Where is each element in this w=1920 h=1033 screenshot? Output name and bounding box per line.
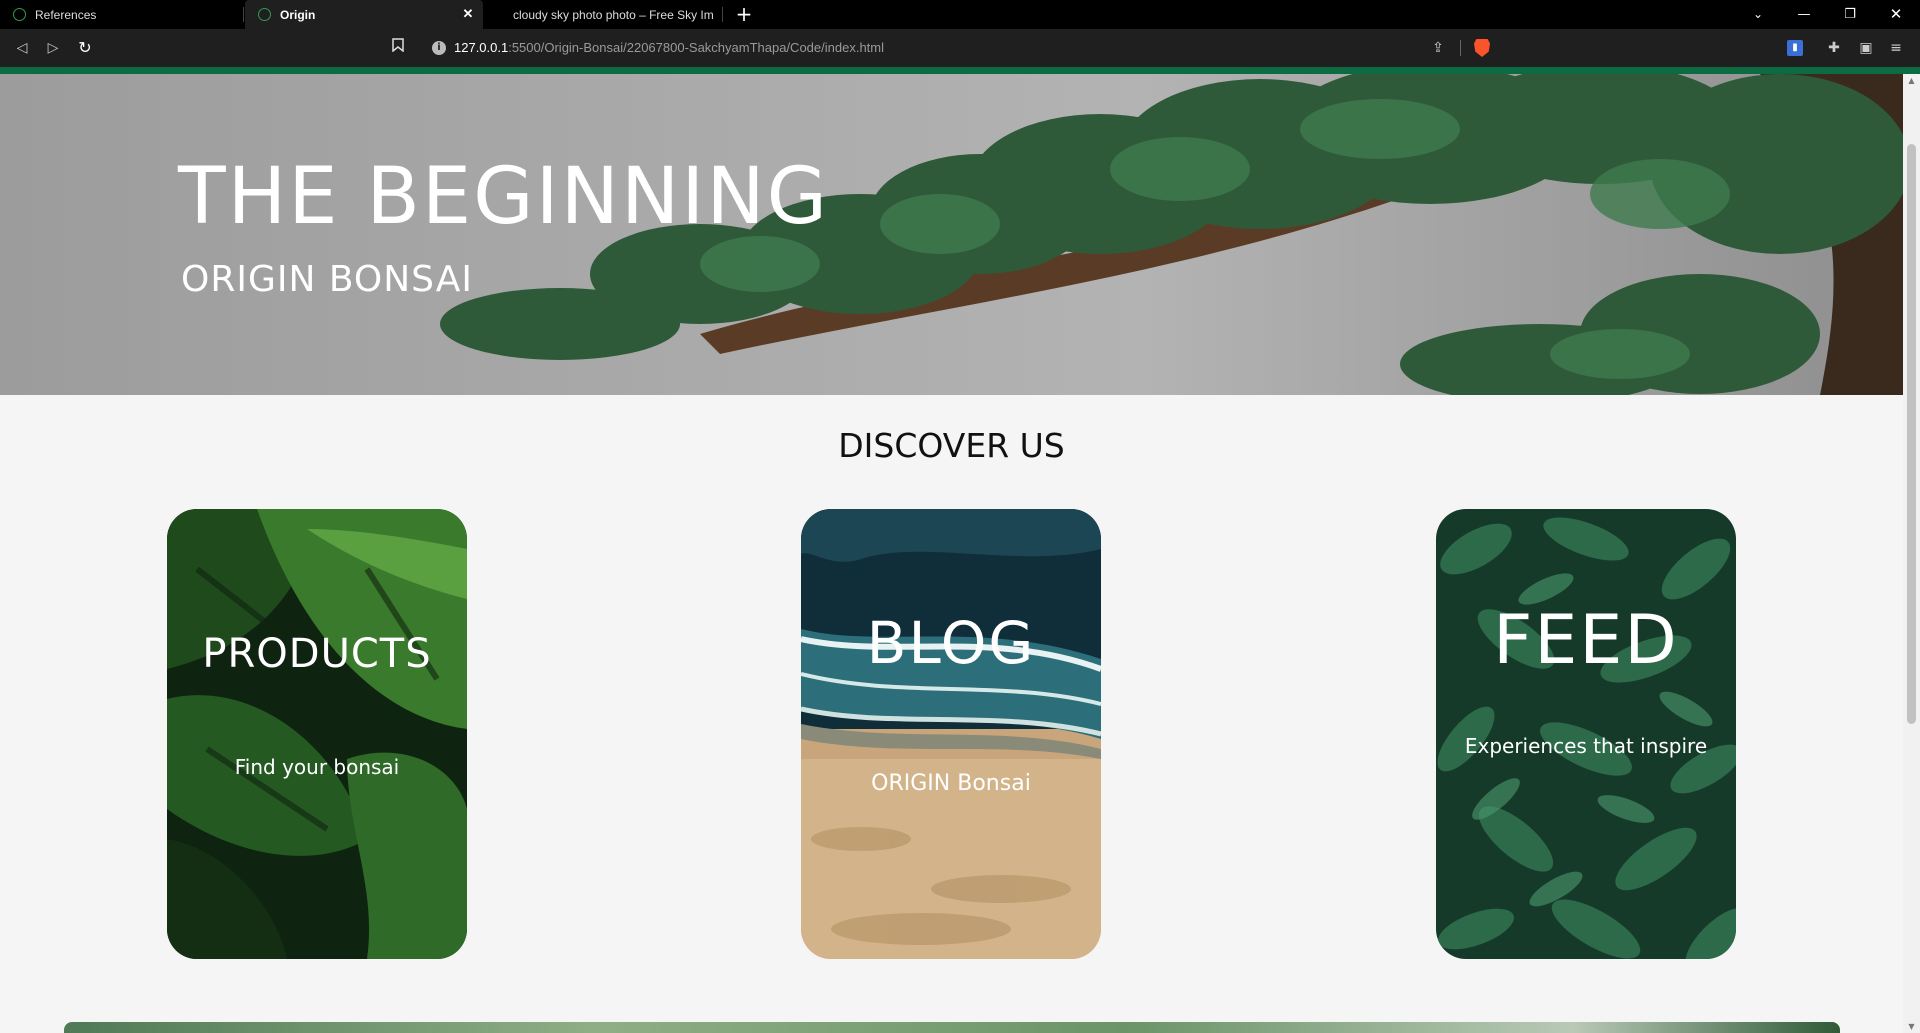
bookmark-icon[interactable] [388,38,408,58]
card-subtitle: ORIGIN Bonsai [871,771,1031,796]
new-tab-button[interactable]: + [733,3,755,25]
site-info-icon[interactable]: i [432,41,446,55]
globe-icon [13,8,26,21]
tab-label: References [35,7,97,22]
tab-label: Origin [280,7,316,22]
tab-references[interactable]: References [0,0,243,29]
globe-icon [258,8,271,21]
extension-icon[interactable]: ▮ [1787,40,1803,56]
restore-button[interactable]: ❐ [1828,0,1872,29]
monstera-leaves-image [167,509,467,959]
page-viewport: THE BEGINNING ORIGIN BONSAI DISCOVER US … [0,74,1903,1033]
card-title: FEED [1493,601,1679,680]
hero-banner: THE BEGINNING ORIGIN BONSAI [0,74,1903,395]
tab-search-icon[interactable]: ⌄ [1736,0,1780,29]
reload-icon[interactable]: ↻ [75,38,95,58]
page-scrollbar[interactable]: ▲ ▼ [1903,74,1920,1033]
close-window-button[interactable]: ✕ [1874,0,1918,29]
scroll-up-icon[interactable]: ▲ [1907,76,1916,85]
blog-card[interactable]: BLOG ORIGIN Bonsai [801,509,1101,959]
close-tab-icon[interactable]: ✕ [459,5,477,23]
puzzle-icon[interactable]: ✚ [1824,38,1844,58]
hero-subtitle: ORIGIN BONSAI [181,259,473,300]
minimize-button[interactable]: — [1782,0,1826,29]
discover-title: DISCOVER US [838,426,1065,465]
scrollbar-thumb[interactable] [1907,144,1916,724]
url-text: 127.0.0.1:5500/Origin-Bonsai/22067800-Sa… [454,40,884,55]
forward-icon[interactable]: ▷ [43,38,63,58]
accent-bar [0,67,1920,74]
next-section-image [64,1022,1840,1033]
share-icon[interactable]: ⇪ [1428,38,1448,58]
beach-aerial-image [801,509,1101,959]
feed-card[interactable]: FEED Experiences that inspire [1436,509,1736,959]
sidebar-icon[interactable]: ▣ [1856,38,1876,58]
browser-toolbar: ◁ ▷ ↻ i 127.0.0.1:5500/Origin-Bonsai/220… [0,29,1920,67]
tab-bar: References Origin ✕ cloudy sky photo pho… [0,0,1920,29]
card-title: PRODUCTS [202,631,432,677]
tab-cloudy-sky[interactable]: cloudy sky photo photo – Free Sky Im [485,0,723,29]
address-bar[interactable]: i 127.0.0.1:5500/Origin-Bonsai/22067800-… [422,33,1492,63]
card-subtitle: Experiences that inspire [1464,734,1708,758]
scroll-down-icon[interactable]: ▼ [1907,1022,1916,1031]
card-title: BLOG [866,609,1036,677]
hero-title: THE BEGINNING [178,152,830,242]
products-card[interactable]: PRODUCTS Find your bonsai [167,509,467,959]
tab-origin[interactable]: Origin ✕ [245,0,483,29]
tab-label: cloudy sky photo photo – Free Sky Im [513,7,713,22]
back-icon[interactable]: ◁ [12,38,32,58]
card-subtitle: Find your bonsai [234,755,400,779]
menu-icon[interactable]: ≡ [1886,38,1906,58]
